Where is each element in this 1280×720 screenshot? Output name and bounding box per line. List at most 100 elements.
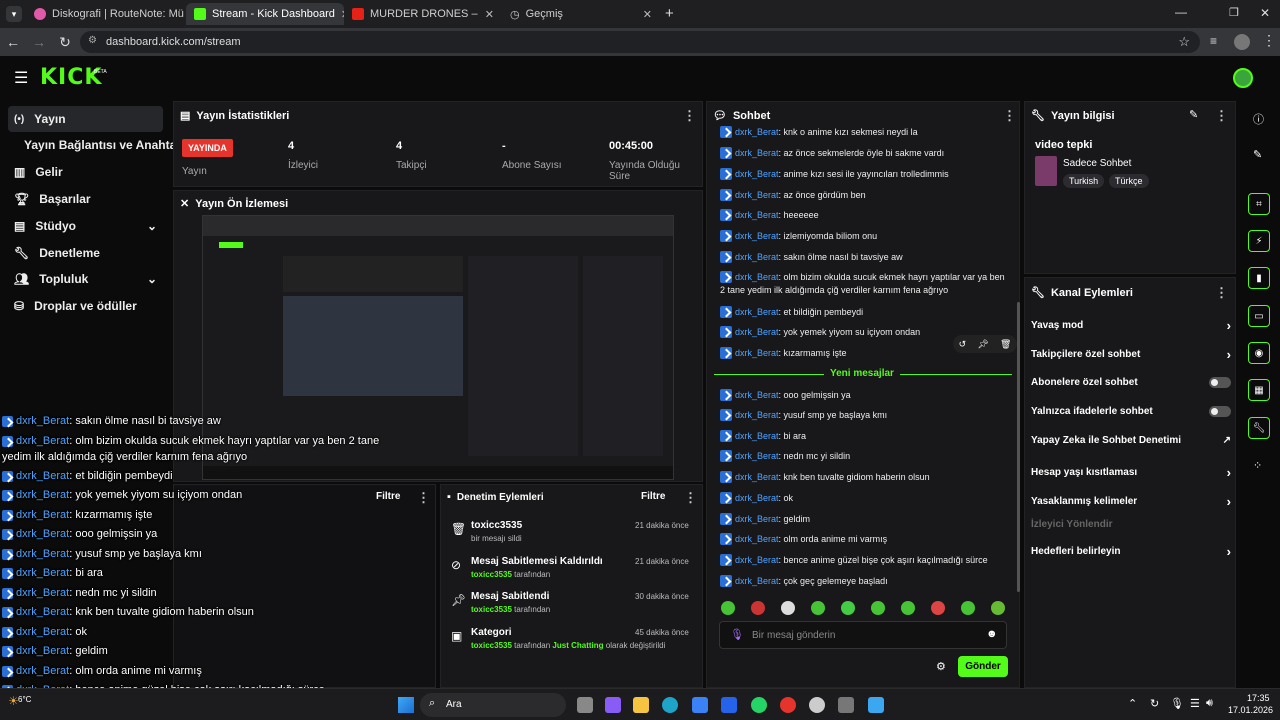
- more-options-icon[interactable]: ⋮: [1215, 108, 1228, 124]
- address-bar[interactable]: ⚙ dashboard.kick.com/stream ☆: [80, 31, 1200, 53]
- chat-message[interactable]: dxrk_Berat: yusuf smp ye başlaya kmı: [720, 409, 1005, 422]
- emote-icon[interactable]: [961, 601, 975, 615]
- moderator-name[interactable]: toxicc3535: [471, 570, 512, 579]
- chat-message[interactable]: dxrk_Berat: ooo gelmişsin ya: [2, 527, 382, 541]
- browser-tab-kick[interactable]: Stream - Kick Dashboard ✕: [186, 3, 344, 25]
- task-view-icon[interactable]: [577, 697, 593, 713]
- chat-username[interactable]: dxrk_Berat: [16, 489, 69, 501]
- chat-username[interactable]: dxrk_Berat: [735, 534, 779, 544]
- more-options-icon[interactable]: ⋮: [1003, 108, 1016, 124]
- app-icon[interactable]: [838, 697, 854, 713]
- chat-message[interactable]: dxrk_Berat: kızarmamış işte: [2, 508, 382, 522]
- forward-icon[interactable]: →: [26, 34, 52, 50]
- category-name[interactable]: Just Chatting: [552, 641, 603, 650]
- chat-username[interactable]: dxrk_Berat: [735, 307, 779, 317]
- store-icon[interactable]: [692, 697, 708, 713]
- chat-username[interactable]: dxrk_Berat: [735, 431, 779, 441]
- chat-username[interactable]: dxrk_Berat: [16, 528, 69, 540]
- chat-username[interactable]: dxrk_Berat: [735, 169, 779, 179]
- subscribers-only-toggle[interactable]: [1209, 377, 1231, 388]
- chat-username[interactable]: dxrk_Berat: [16, 435, 69, 447]
- clock-time[interactable]: 17:35: [1247, 693, 1270, 703]
- edge-icon[interactable]: [662, 697, 678, 713]
- tab-list-icon[interactable]: ▾: [6, 6, 22, 22]
- pin-message-icon[interactable]: 📌︎: [977, 339, 988, 350]
- chat-settings-icon[interactable]: ⚙: [936, 660, 946, 673]
- chat-username[interactable]: dxrk_Berat: [735, 272, 779, 282]
- chat-username[interactable]: dxrk_Berat: [16, 587, 69, 599]
- chat-username[interactable]: dxrk_Berat: [735, 252, 779, 262]
- chat-message[interactable]: dxrk_Berat: geldim: [720, 513, 1005, 526]
- chat-message[interactable]: dxrk_Berat: bence anime güzel bişe çok a…: [720, 554, 1005, 567]
- action-account-age[interactable]: Hesap yaşı kısıtlaması ›: [1031, 465, 1231, 480]
- chat-message[interactable]: dxrk_Berat: knk ben tuvalte gidiom haber…: [720, 471, 1005, 484]
- chat-message[interactable]: dxrk_Berat: bi ara: [720, 430, 1005, 443]
- action-set-goals[interactable]: Hedefleri belirleyin ›: [1031, 544, 1231, 559]
- sidebar-item-studyo[interactable]: ▤ Stüdyo ⌄: [8, 213, 163, 239]
- send-button[interactable]: Gönder: [958, 656, 1008, 677]
- whatsapp-icon[interactable]: [751, 697, 767, 713]
- more-options-icon[interactable]: ⋮: [1215, 285, 1228, 301]
- sidebar-item-basarilar[interactable]: 🏆︎ Başarılar: [8, 186, 163, 212]
- chat-message[interactable]: dxrk_Berat: çok geç gelemeye başladı: [720, 575, 1005, 588]
- emote-icon[interactable]: [871, 601, 885, 615]
- emote-icon[interactable]: [781, 601, 795, 615]
- chat-username[interactable]: dxrk_Berat: [735, 231, 779, 241]
- hamburger-menu-icon[interactable]: ☰: [14, 68, 28, 88]
- tag[interactable]: Turkish: [1063, 174, 1105, 188]
- copilot-icon[interactable]: [605, 697, 621, 713]
- chat-message[interactable]: dxrk_Berat: yusuf smp ye başlaya kmı: [2, 547, 382, 561]
- chat-username[interactable]: dxrk_Berat: [735, 493, 779, 503]
- chat-icon[interactable]: ▭: [1248, 305, 1270, 327]
- emote-icon[interactable]: [931, 601, 945, 615]
- sidebar-item-yayin[interactable]: (•) Yayın: [8, 106, 163, 132]
- emote-icon[interactable]: [901, 601, 915, 615]
- minimize-icon[interactable]: —: [1175, 5, 1187, 19]
- action-banned-words[interactable]: Yasaklanmış kelimeler ›: [1031, 494, 1231, 509]
- reload-icon[interactable]: ↻: [52, 34, 78, 51]
- layout-icon[interactable]: ▦: [1248, 379, 1270, 401]
- chat-username[interactable]: dxrk_Berat: [735, 410, 779, 420]
- more-options-icon[interactable]: ⋮: [683, 108, 696, 124]
- chat-message[interactable]: dxrk_Berat: knk ben tuvalte gidiom haber…: [2, 605, 382, 619]
- sidebar-item-gelir[interactable]: ▥ Gelir: [8, 159, 163, 185]
- profile-avatar[interactable]: [1234, 34, 1250, 50]
- chat-message[interactable]: dxrk_Berat: yok yemek yiyom su içiyom on…: [2, 488, 382, 502]
- close-tab-icon[interactable]: ✕: [643, 8, 652, 21]
- chat-message[interactable]: dxrk_Berat: ok: [2, 625, 382, 639]
- sidebar-item-droplar[interactable]: ⛁ Droplar ve ödüller: [8, 293, 163, 319]
- pen-icon[interactable]: ✎: [1253, 148, 1262, 161]
- action-slow-mode[interactable]: Yavaş mod ›: [1031, 318, 1231, 333]
- chat-message[interactable]: dxrk_Berat: bi ara: [2, 566, 382, 580]
- emotes-only-toggle[interactable]: [1209, 406, 1231, 417]
- chat-message[interactable]: dxrk_Berat: sakın ölme nasıl bi tavsiye …: [720, 251, 1005, 264]
- chat-username[interactable]: dxrk_Berat: [16, 567, 69, 579]
- moderator-name[interactable]: toxicc3535: [471, 641, 512, 650]
- emote-icon[interactable]: [841, 601, 855, 615]
- edit-icon[interactable]: ✎: [1189, 108, 1198, 121]
- clock-date[interactable]: 17.01.2026: [1228, 705, 1273, 715]
- chat-username[interactable]: dxrk_Berat: [735, 451, 779, 461]
- chat-message[interactable]: dxrk_Berat: ok: [720, 492, 1005, 505]
- taskbar-search[interactable]: ⌕ Ara: [420, 693, 566, 717]
- chat-message[interactable]: dxrk_Berat: geldim: [2, 644, 382, 658]
- chat-username[interactable]: dxrk_Berat: [735, 327, 779, 337]
- info-icon[interactable]: ⓘ: [1253, 111, 1264, 127]
- chat-message[interactable]: dxrk_Berat: olm orda anime mi varmış: [2, 664, 382, 678]
- chat-message[interactable]: dxrk_Berat: az önce gördüm ben: [720, 189, 1005, 202]
- chat-username[interactable]: dxrk_Berat: [735, 210, 779, 220]
- apps-icon[interactable]: ⁘: [1253, 459, 1262, 472]
- mail-icon[interactable]: [721, 697, 737, 713]
- file-explorer-icon[interactable]: [633, 697, 649, 713]
- back-icon[interactable]: ←: [0, 34, 26, 50]
- wifi-icon[interactable]: ☰: [1190, 697, 1200, 710]
- restore-icon[interactable]: ❐: [1229, 6, 1239, 19]
- more-options-icon[interactable]: ⋮: [417, 490, 430, 506]
- chat-username[interactable]: dxrk_Berat: [16, 509, 69, 521]
- sidebar-item-denetleme[interactable]: 🔧︎ Denetleme: [8, 240, 163, 266]
- site-info-icon[interactable]: ⚙: [88, 35, 97, 46]
- broadcast-icon[interactable]: ◉: [1248, 342, 1270, 364]
- volume-icon[interactable]: 🔊︎: [1206, 697, 1213, 710]
- chat-message[interactable]: dxrk_Berat: olm bizim okulda sucuk ekmek…: [2, 434, 382, 448]
- chat-message[interactable]: dxrk_Berat: sakın ölme nasıl bi tavsiye …: [2, 414, 382, 428]
